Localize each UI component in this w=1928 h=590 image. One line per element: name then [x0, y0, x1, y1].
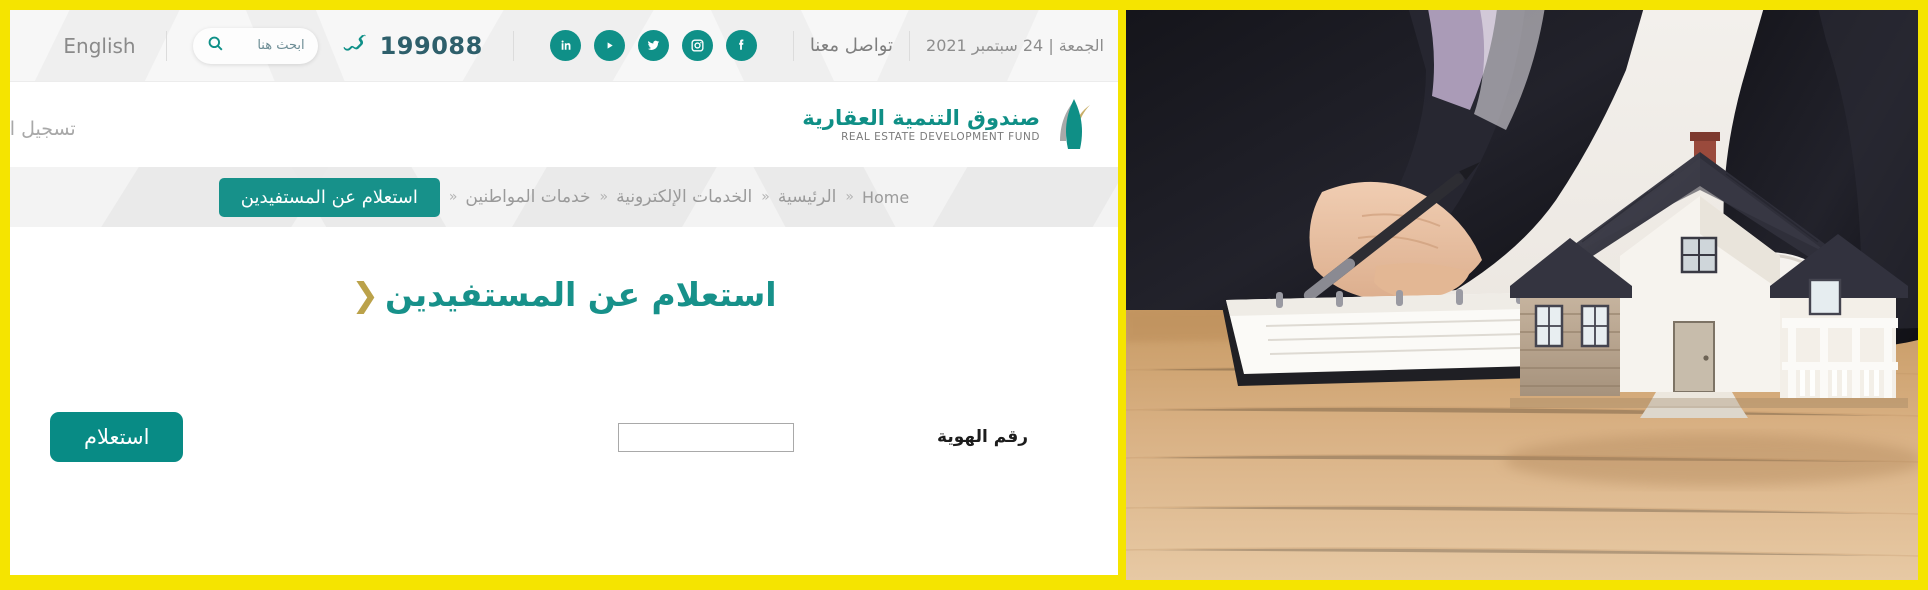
national-id-input[interactable] — [618, 422, 794, 452]
facebook-icon[interactable] — [725, 30, 757, 61]
breadcrumb-current-page[interactable]: استعلام عن المستفيدين — [218, 177, 440, 217]
redf-logo-mark — [1050, 97, 1098, 152]
logo-title-ar: صندوق التنمية العقارية — [802, 106, 1040, 131]
breadcrumb-item-home[interactable]: Home — [862, 188, 909, 207]
divider — [909, 30, 911, 61]
search-icon[interactable] — [206, 34, 225, 57]
redf-logo[interactable]: صندوق التنمية العقارية REAL ESTATE DEVEL… — [802, 97, 1098, 152]
website-panel: الجمعة | 24 سبتمبر 2021 تواصل معنا 19908… — [10, 10, 1118, 575]
breadcrumb-band: Home « الرئيسية « الخدمات الإلكترونية « … — [10, 167, 1118, 227]
page-content: استعلام عن المستفيدين❮ رقم الهوية استعلا… — [10, 227, 1118, 575]
header-logo-row: صندوق التنمية العقارية REAL ESTATE DEVEL… — [10, 82, 1118, 167]
search-input[interactable] — [234, 38, 305, 53]
page-title-arrow-icon: ❮ — [351, 275, 380, 314]
search-box[interactable] — [192, 27, 318, 64]
breadcrumb-separator: « — [448, 189, 458, 205]
phone-contact[interactable]: 199088 — [342, 30, 483, 62]
hero-photo — [1126, 10, 1918, 580]
top-utility-bar: الجمعة | 24 سبتمبر 2021 تواصل معنا 19908… — [10, 10, 1118, 82]
breadcrumb-item-main[interactable]: الرئيسية — [778, 187, 837, 207]
breadcrumb-item-citizen-services[interactable]: خدمات المواطنين — [465, 187, 590, 207]
breadcrumb-item-eservices[interactable]: الخدمات الإلكترونية — [616, 187, 752, 207]
youtube-icon[interactable] — [593, 30, 625, 61]
breadcrumb-separator: « — [761, 189, 770, 205]
redf-logo-text: صندوق التنمية العقارية REAL ESTATE DEVEL… — [802, 106, 1040, 142]
inquiry-submit-button[interactable]: استعلام — [50, 412, 184, 462]
twitter-icon[interactable] — [637, 30, 669, 61]
social-links — [549, 30, 757, 61]
breadcrumb-separator: « — [845, 189, 854, 205]
phone-icon — [342, 30, 370, 62]
login-link[interactable]: تسجيل الد — [10, 118, 76, 140]
instagram-icon[interactable] — [681, 30, 713, 61]
photo-illustration — [1126, 10, 1918, 580]
breadcrumb-separator: « — [599, 189, 609, 205]
logo-title-en: REAL ESTATE DEVELOPMENT FUND — [841, 130, 1040, 143]
divider — [512, 30, 514, 61]
divider — [165, 30, 167, 61]
language-switch-link[interactable]: English — [63, 34, 135, 58]
phone-number: 199088 — [379, 31, 483, 60]
screenshot-frame: الجمعة | 24 سبتمبر 2021 تواصل معنا 19908… — [0, 0, 1928, 590]
national-id-label: رقم الهوية — [937, 427, 1028, 447]
linkedin-icon[interactable] — [549, 30, 581, 61]
beneficiary-inquiry-form: رقم الهوية استعلام — [10, 412, 1118, 462]
page-title-text: استعلام عن المستفيدين — [385, 275, 777, 314]
current-date: الجمعة | 24 سبتمبر 2021 — [926, 36, 1104, 55]
divider — [792, 30, 794, 61]
page-title: استعلام عن المستفيدين❮ — [10, 227, 1118, 314]
breadcrumb: Home « الرئيسية « الخدمات الإلكترونية « … — [10, 167, 1118, 227]
contact-us-link[interactable]: تواصل معنا — [810, 35, 893, 56]
